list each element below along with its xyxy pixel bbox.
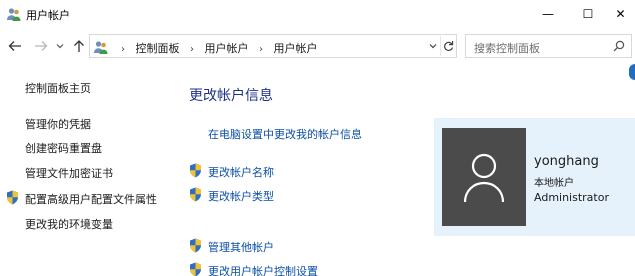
maximize-icon: ☐ [582, 7, 594, 21]
breadcrumb-item-user-accounts[interactable]: 用户帐户 [205, 40, 249, 56]
breadcrumb: › 控制面板 › 用户帐户 › 用户帐户 [114, 40, 318, 56]
chevron-down-icon [429, 44, 437, 49]
chevron-down-icon [56, 44, 64, 49]
sidebar-item-file-encryption-certs[interactable]: 管理文件加密证书 [25, 165, 113, 181]
address-dropdown-button[interactable] [426, 37, 440, 55]
refresh-icon [444, 41, 454, 51]
close-button[interactable]: ✕ [606, 0, 635, 28]
breadcrumb-item-control-panel[interactable]: 控制面板 [136, 40, 180, 56]
maximize-button[interactable]: ☐ [566, 0, 610, 28]
arrow-left-icon [8, 41, 21, 51]
navigation-bar: › 控制面板 › 用户帐户 › 用户帐户 搜索控制面板 [0, 32, 635, 60]
arrow-up-icon [74, 40, 84, 52]
account-type: 本地帐户 [534, 178, 574, 189]
recent-locations-button[interactable] [55, 36, 65, 56]
user-silhouette-icon [463, 153, 505, 203]
avatar [442, 128, 526, 226]
refresh-button[interactable] [440, 36, 456, 56]
sidebar-item-environment-variables[interactable]: 更改我的环境变量 [25, 216, 113, 232]
uac-shield-icon [190, 238, 201, 253]
link-change-account-name[interactable]: 更改帐户名称 [208, 164, 274, 180]
user-name: yonghang [534, 154, 599, 169]
address-bar[interactable]: › 控制面板 › 用户帐户 › 用户帐户 [89, 34, 457, 58]
sidebar-item-manage-credentials[interactable]: 管理你的凭据 [25, 116, 91, 132]
minimize-button[interactable]: — [526, 0, 570, 28]
breadcrumb-separator-icon[interactable]: › [259, 44, 263, 55]
search-input[interactable]: 搜索控制面板 [465, 34, 632, 58]
breadcrumb-separator-icon[interactable]: › [190, 44, 194, 55]
forward-button[interactable] [32, 36, 50, 56]
sidebar-item-control-panel-home[interactable]: 控制面板主页 [25, 80, 91, 96]
uac-shield-icon [190, 187, 201, 202]
users-icon [94, 41, 108, 54]
sidebar-item-advanced-profile-properties[interactable]: 配置高级用户配置文件属性 [25, 191, 157, 207]
uac-shield-icon [7, 190, 18, 205]
title-bar: 用户帐户 — ☐ ✕ [0, 0, 635, 28]
up-button[interactable] [70, 36, 88, 56]
breadcrumb-separator-icon[interactable]: › [121, 44, 125, 55]
back-button[interactable] [6, 36, 24, 56]
window-title: 用户帐户 [26, 9, 70, 22]
sidebar-item-create-reset-disk[interactable]: 创建密码重置盘 [25, 140, 102, 156]
link-change-account-in-pc-settings[interactable]: 在电脑设置中更改我的帐户信息 [208, 126, 362, 142]
search-placeholder: 搜索控制面板 [474, 42, 540, 55]
uac-shield-icon [190, 163, 201, 178]
uac-shield-icon [190, 262, 201, 276]
left-pane: 控制面板主页 管理你的凭据 创建密码重置盘 管理文件加密证书 配置高级用户配置文… [0, 60, 180, 276]
search-icon [613, 40, 625, 52]
link-manage-other-accounts[interactable]: 管理其他帐户 [208, 239, 274, 255]
help-icon[interactable] [629, 64, 635, 80]
account-role: Administrator [534, 191, 609, 204]
breadcrumb-item-user-accounts-current[interactable]: 用户帐户 [274, 40, 318, 56]
users-icon [7, 8, 21, 21]
minimize-icon: — [542, 7, 554, 21]
page-title: 更改帐户信息 [189, 88, 273, 104]
close-icon: ✕ [615, 7, 626, 21]
user-account-card: yonghang 本地帐户 Administrator [434, 118, 635, 236]
link-change-uac-settings[interactable]: 更改用户帐户控制设置 [208, 263, 318, 276]
arrow-right-icon [35, 41, 48, 51]
link-change-account-type[interactable]: 更改帐户类型 [208, 188, 274, 204]
